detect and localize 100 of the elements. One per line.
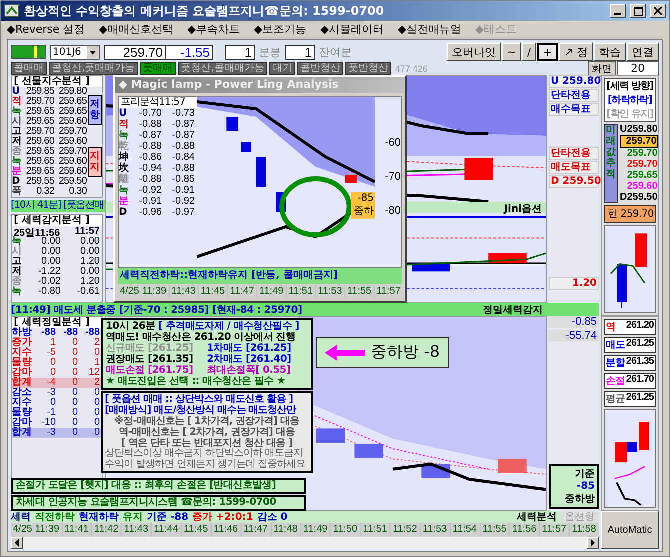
price-text: 권장매도 [261.35] — [106, 354, 194, 365]
mode-tab[interactable]: 콜매매 — [11, 62, 47, 75]
status-text: 직전하락 — [35, 511, 75, 524]
row-label: 녹 — [12, 287, 23, 297]
candle — [617, 264, 627, 309]
status-text: 현재하락 — [79, 511, 119, 524]
status-label: 정밀세력감지 — [483, 304, 544, 316]
candle — [316, 428, 346, 443]
value-cell-text: -10 — [40, 418, 57, 428]
time-label: 11:55 — [480, 523, 510, 537]
maximize-button[interactable] — [630, 4, 646, 18]
value-cell-text: -0.88 — [138, 119, 163, 130]
candle — [498, 459, 527, 474]
menu-item[interactable]: ◆보조기능 — [254, 22, 307, 36]
advice-text: 역매도! 매수청산은 261.20 이상에서 진행 — [106, 332, 297, 343]
row-label: 폭 — [12, 187, 23, 197]
menu-item[interactable]: ◆실전매뉴얼 — [398, 22, 462, 36]
header-cell-text: 25일11:56 — [14, 227, 60, 237]
value-cell-text: 0.00 — [40, 257, 62, 267]
level-marker: -85 중하 — [351, 192, 375, 219]
row-label: 坎 — [119, 163, 130, 174]
direction-title: [세력 방향] — [605, 80, 655, 93]
toolbar-button[interactable]: 학습 — [594, 43, 626, 61]
price-field: 259.70 — [104, 44, 166, 60]
status-text: 세력 — [11, 511, 31, 524]
mode-tab[interactable]: 풋청산,콜매매가능 — [178, 62, 268, 75]
candle — [226, 117, 239, 131]
toolbar-button[interactable]: 오버나잇 — [447, 43, 502, 61]
window-title: 환상적인 수익창출의 메커니즘 요술램프지니☎문의: 1599-0700 — [24, 2, 386, 20]
mode-tab[interactable]: 콜반청산 — [297, 62, 344, 75]
scroll-left-button[interactable] — [11, 537, 23, 549]
menu-item[interactable]: ◆Reverse 설정 — [7, 22, 86, 36]
candle — [354, 444, 384, 458]
footer-note: 차세대 인공지능 요술램프지니시스템 ☎문의: 1599-0700 — [11, 495, 306, 511]
marker-text: 중하방 — [564, 493, 595, 506]
counter-text: 477 426 — [395, 64, 428, 74]
track-value: 259.70 — [620, 135, 658, 148]
value-cell-text: -4 — [46, 378, 57, 388]
row-label: 녹 — [119, 185, 130, 196]
menu-item[interactable]: ◆매매신호선택 — [99, 22, 174, 36]
candle — [256, 157, 266, 187]
value-cell-text: 0 — [93, 348, 101, 358]
menu-item[interactable]: ◆시뮬레이터 — [320, 22, 384, 36]
value-cell-text: 1 — [93, 358, 101, 368]
row-label: 녹 — [12, 237, 22, 247]
chart-label: D 259.50 — [549, 175, 599, 188]
time-label: 11:42 — [92, 523, 122, 537]
value-cell-text: 259.65 — [25, 157, 56, 167]
time-label: 11:55 — [345, 285, 374, 298]
value-cell-text: 259.50 — [58, 177, 88, 187]
interval-field[interactable]: 1 — [225, 44, 255, 60]
chart-reading: -0.85 — [549, 316, 599, 328]
mode-tab[interactable]: 콜청산,풋매매가능 — [49, 62, 138, 75]
close-button[interactable] — [650, 4, 666, 18]
code-select[interactable]: 101J6 — [50, 44, 100, 60]
value-cell-text: -0.94 — [138, 163, 163, 174]
toolbar-button[interactable]: + — [537, 43, 558, 61]
scroll-right-button[interactable] — [587, 537, 599, 549]
value-cell-text: 0.00 — [80, 247, 101, 257]
toolbar-button[interactable]: 연결 — [627, 43, 659, 61]
mode-tab[interactable]: 풋반청산 — [345, 62, 392, 75]
value-cell-text: 259.60 — [25, 137, 56, 147]
status-label: 옵션형 — [561, 510, 599, 524]
track-value: 259.65 — [626, 170, 658, 181]
track-value: U259.80 — [620, 124, 658, 135]
remaining-field[interactable]: 1 — [285, 44, 315, 60]
time-label: 11:58 — [570, 523, 599, 537]
value-cell-text: -0.73 — [171, 108, 196, 119]
row-label: 적 — [12, 97, 23, 107]
toolbar-button[interactable]: / — [522, 43, 536, 61]
notice-text: [10시 41분] [풋옵션매 — [11, 200, 106, 212]
candle — [464, 158, 494, 180]
row-label: 물량 — [12, 358, 33, 368]
toolbar-button[interactable]: ↗ 정 — [559, 43, 593, 61]
value-cell-text: 0.00 — [80, 237, 101, 247]
value-cell-text: 0 — [71, 398, 79, 408]
time-label: 11:41 — [62, 523, 92, 537]
value-cell-text: 259.65 — [58, 107, 88, 117]
scrollbar[interactable] — [11, 537, 599, 549]
price-text: 1차매도 [261.25] — [207, 343, 292, 354]
minimize-button[interactable] — [610, 4, 626, 18]
menu-item[interactable]: ◆부속차트 — [188, 22, 240, 36]
value-cell-text: -3 — [46, 428, 57, 438]
guide-text: [ 역은 단타 또는 반대포지션 청산 대응 ] — [121, 438, 293, 449]
value-cell-text: 259.65 — [25, 147, 56, 157]
chart-label: 매수목표 — [549, 103, 599, 116]
trend-line — [616, 482, 642, 506]
remaining-label: 잔여분 — [319, 44, 352, 60]
status-label: 세력분석 — [517, 511, 557, 524]
row-label: 시 — [12, 247, 23, 257]
mode-tab[interactable]: 풋매매 — [140, 62, 176, 75]
mode-tab[interactable]: 대기 — [269, 62, 296, 75]
toolbar-button[interactable]: ~ — [502, 43, 522, 61]
value-cell-text: 259.85 — [25, 87, 56, 97]
advice-note: ★ 매도진입은 선택 :: 매수청산은 필수 ★ — [106, 376, 287, 387]
row-label: U — [12, 87, 20, 97]
value-cell-text: 259.70 — [25, 97, 56, 107]
value-cell-text: 0 — [71, 358, 79, 368]
time-label: 11:50 — [331, 523, 360, 537]
automatic-button[interactable]: AutoMatic — [601, 511, 659, 549]
